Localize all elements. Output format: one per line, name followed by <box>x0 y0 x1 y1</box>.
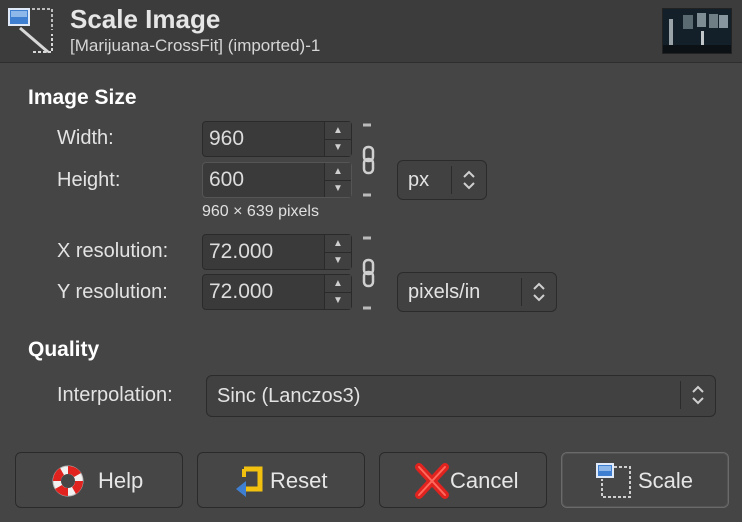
resolution-unit-select[interactable]: pixels/in <box>397 272 557 312</box>
height-label: Height: <box>57 169 121 191</box>
size-unit-select[interactable]: px <box>397 160 487 200</box>
width-label: Width: <box>57 127 114 149</box>
pixel-size-note: 960 × 639 pixels <box>202 203 319 220</box>
cancel-button[interactable]: Cancel <box>379 452 547 508</box>
quality-heading: Quality <box>28 338 100 361</box>
chain-link-icon[interactable] <box>361 234 377 312</box>
resolution-unit-value: pixels/in <box>408 281 481 303</box>
scale-image-icon <box>8 8 53 54</box>
height-increment-button[interactable]: ▲ <box>325 163 351 181</box>
height-input[interactable]: 600 <box>203 163 327 197</box>
chevron-updown-icon <box>451 166 475 194</box>
help-label: Help <box>98 468 144 493</box>
size-unit-value: px <box>408 169 430 191</box>
y-resolution-spinner[interactable]: 72.000 ▲ ▼ <box>202 274 352 310</box>
x-resolution-increment-button[interactable]: ▲ <box>325 235 351 253</box>
interpolation-value: Sinc (Lanczos3) <box>217 385 361 407</box>
chain-link-icon[interactable] <box>361 121 377 199</box>
cancel-label: Cancel <box>450 468 519 493</box>
chevron-updown-icon <box>521 278 545 306</box>
width-decrement-button[interactable]: ▼ <box>325 139 351 156</box>
dialog-header: Scale Image [Marijuana-CrossFit] (import… <box>0 0 742 63</box>
image-thumbnail <box>662 8 732 54</box>
x-resolution-label: X resolution: <box>57 240 169 262</box>
width-spinner[interactable]: 960 ▲ ▼ <box>202 121 352 157</box>
x-resolution-input[interactable]: 72.000 <box>203 235 327 269</box>
scale-label: Scale <box>638 468 694 493</box>
x-resolution-spinner[interactable]: 72.000 ▲ ▼ <box>202 234 352 270</box>
width-increment-button[interactable]: ▲ <box>325 122 351 140</box>
x-resolution-decrement-button[interactable]: ▼ <box>325 252 351 269</box>
height-decrement-button[interactable]: ▼ <box>325 180 351 197</box>
width-input[interactable]: 960 <box>203 122 327 156</box>
reset-label: Reset <box>270 468 328 493</box>
lifebuoy-icon <box>52 465 84 497</box>
reset-icon <box>236 466 263 497</box>
y-resolution-input[interactable]: 72.000 <box>203 275 327 309</box>
scale-button[interactable]: Scale <box>561 452 729 508</box>
height-spinner[interactable]: 600 ▲ ▼ <box>202 162 352 198</box>
interpolation-select[interactable]: Sinc (Lanczos3) <box>206 375 716 417</box>
scale-image-icon <box>596 463 631 498</box>
x-cancel-icon <box>415 463 449 499</box>
interpolation-label: Interpolation: <box>57 384 173 406</box>
y-resolution-decrement-button[interactable]: ▼ <box>325 292 351 309</box>
image-name: [Marijuana-CrossFit] (imported)-1 <box>70 36 321 55</box>
reset-button[interactable]: Reset <box>197 452 365 508</box>
image-size-heading: Image Size <box>28 86 137 109</box>
y-resolution-increment-button[interactable]: ▲ <box>325 275 351 293</box>
help-button[interactable]: Help <box>15 452 183 508</box>
y-resolution-label: Y resolution: <box>57 281 168 303</box>
chevron-updown-icon <box>680 381 704 409</box>
dialog-title: Scale Image <box>70 4 221 34</box>
